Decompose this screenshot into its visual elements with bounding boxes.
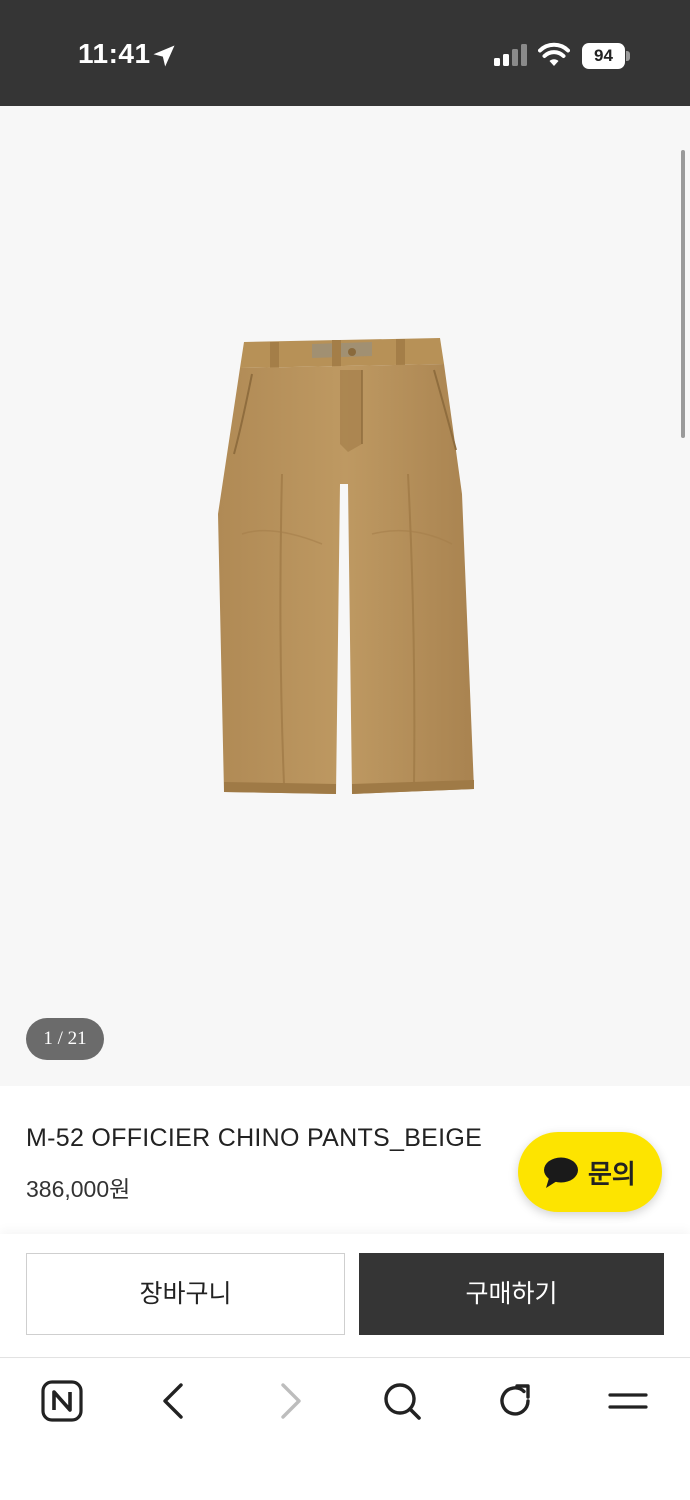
status-time: 11:41 [78,38,151,69]
status-bar: 11:41 94 [0,0,690,106]
back-icon[interactable] [153,1379,197,1423]
product-name: M-52 OFFICIER CHINO PANTS_BEIGE [26,1124,483,1152]
add-to-cart-button[interactable]: 장바구니 [26,1253,345,1335]
buy-now-button[interactable]: 구매하기 [359,1253,664,1335]
cellular-signal-icon [494,44,527,66]
inquiry-button[interactable]: 문의 [518,1132,662,1212]
refresh-icon[interactable] [493,1379,537,1423]
battery-icon: 94 [582,43,630,69]
menu-icon[interactable] [606,1379,650,1423]
product-image[interactable] [212,334,482,804]
naver-home-icon[interactable] [40,1379,84,1423]
search-icon[interactable] [380,1379,424,1423]
image-counter-badge: 1 / 21 [26,1018,104,1060]
scrollbar[interactable] [681,150,685,438]
product-price: 386,000원 [26,1176,131,1202]
location-arrow-icon [153,45,175,67]
forward-icon[interactable] [267,1379,311,1423]
battery-level: 94 [594,46,613,65]
purchase-action-bar: 장바구니 구매하기 [0,1234,690,1358]
product-gallery[interactable]: 1 / 21 [0,106,690,1086]
chat-bubble-icon [544,1157,578,1188]
wifi-icon [538,42,570,66]
browser-toolbar [0,1359,690,1500]
inquiry-label: 문의 [588,1160,636,1190]
